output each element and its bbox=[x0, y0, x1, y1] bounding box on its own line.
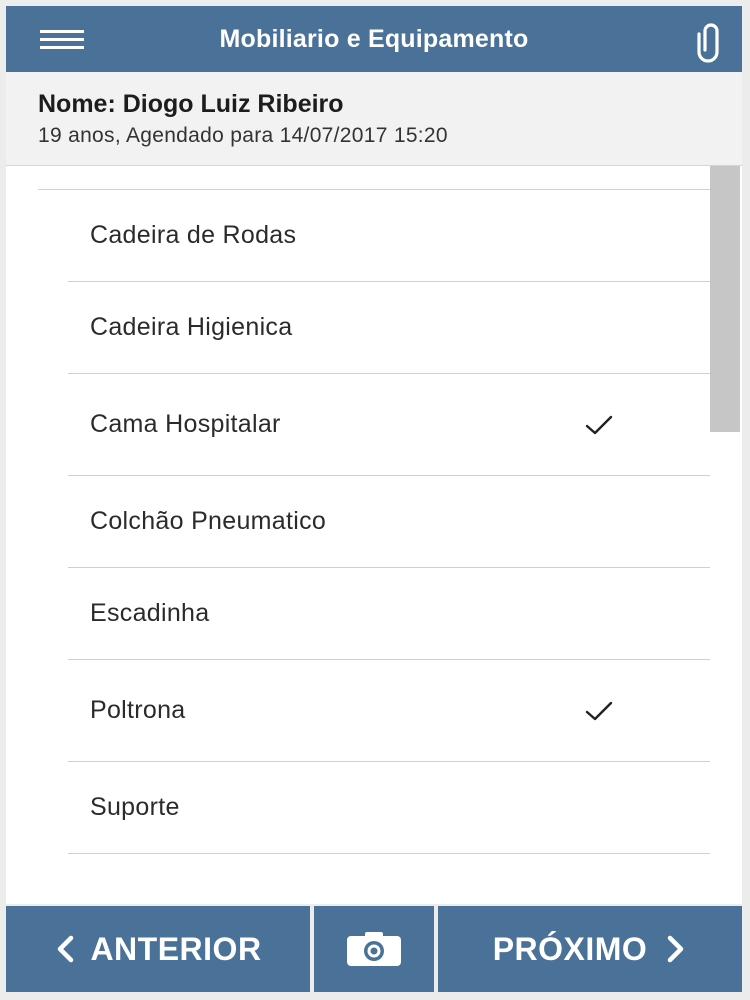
list-item[interactable]: Cama Hospitalar bbox=[68, 374, 710, 476]
list-item[interactable]: Colchão Pneumatico bbox=[68, 476, 710, 568]
hamburger-menu-icon[interactable] bbox=[40, 28, 84, 50]
previous-button[interactable]: ANTERIOR bbox=[6, 906, 310, 992]
paperclip-icon[interactable] bbox=[694, 20, 728, 64]
checkmark-icon bbox=[585, 415, 613, 434]
scrollbar[interactable] bbox=[710, 166, 740, 432]
equipment-list-container: Cadeira de Rodas Cadeira Higienica Cama Ho… bbox=[6, 166, 742, 904]
list-item[interactable]: Escadinha bbox=[68, 568, 710, 660]
checkmark-icon bbox=[585, 701, 613, 720]
chevron-right-icon bbox=[668, 935, 684, 963]
patient-info-panel: Nome: Diogo Luiz Ribeiro 19 anos, Agenda… bbox=[6, 72, 742, 166]
list-item[interactable]: Poltrona bbox=[68, 660, 710, 762]
list-item[interactable]: Suporte bbox=[68, 762, 710, 854]
list-item-label: Colchão Pneumatico bbox=[90, 507, 327, 535]
list-item-label: Escadinha bbox=[90, 599, 210, 627]
list-item-label: Cadeira de Rodas bbox=[90, 221, 297, 249]
chevron-left-icon bbox=[58, 935, 74, 963]
page-title: Mobiliario e Equipamento bbox=[219, 24, 529, 53]
list-item-label: Cama Hospitalar bbox=[90, 410, 281, 438]
list-item[interactable]: Cadeira de Rodas bbox=[68, 190, 710, 282]
patient-name: Nome: Diogo Luiz Ribeiro bbox=[38, 90, 344, 118]
camera-icon bbox=[347, 932, 401, 966]
equipment-list: Cadeira de Rodas Cadeira Higienica Cama Ho… bbox=[68, 190, 710, 854]
list-item-label: Suporte bbox=[90, 793, 180, 821]
list-item-label: Poltrona bbox=[90, 696, 186, 724]
footer-nav: ANTERIOR PRÓXIMO bbox=[6, 906, 742, 992]
next-button[interactable]: PRÓXIMO bbox=[438, 906, 742, 992]
patient-details: 19 anos, Agendado para 14/07/2017 15:20 bbox=[38, 124, 448, 147]
list-item[interactable]: Cadeira Higienica bbox=[68, 282, 710, 374]
list-item-label: Cadeira Higienica bbox=[90, 313, 293, 341]
next-button-label: PRÓXIMO bbox=[492, 930, 648, 967]
app-header: Mobiliario e Equipamento bbox=[6, 6, 742, 72]
camera-button[interactable] bbox=[314, 906, 434, 992]
previous-button-label: ANTERIOR bbox=[90, 930, 262, 967]
